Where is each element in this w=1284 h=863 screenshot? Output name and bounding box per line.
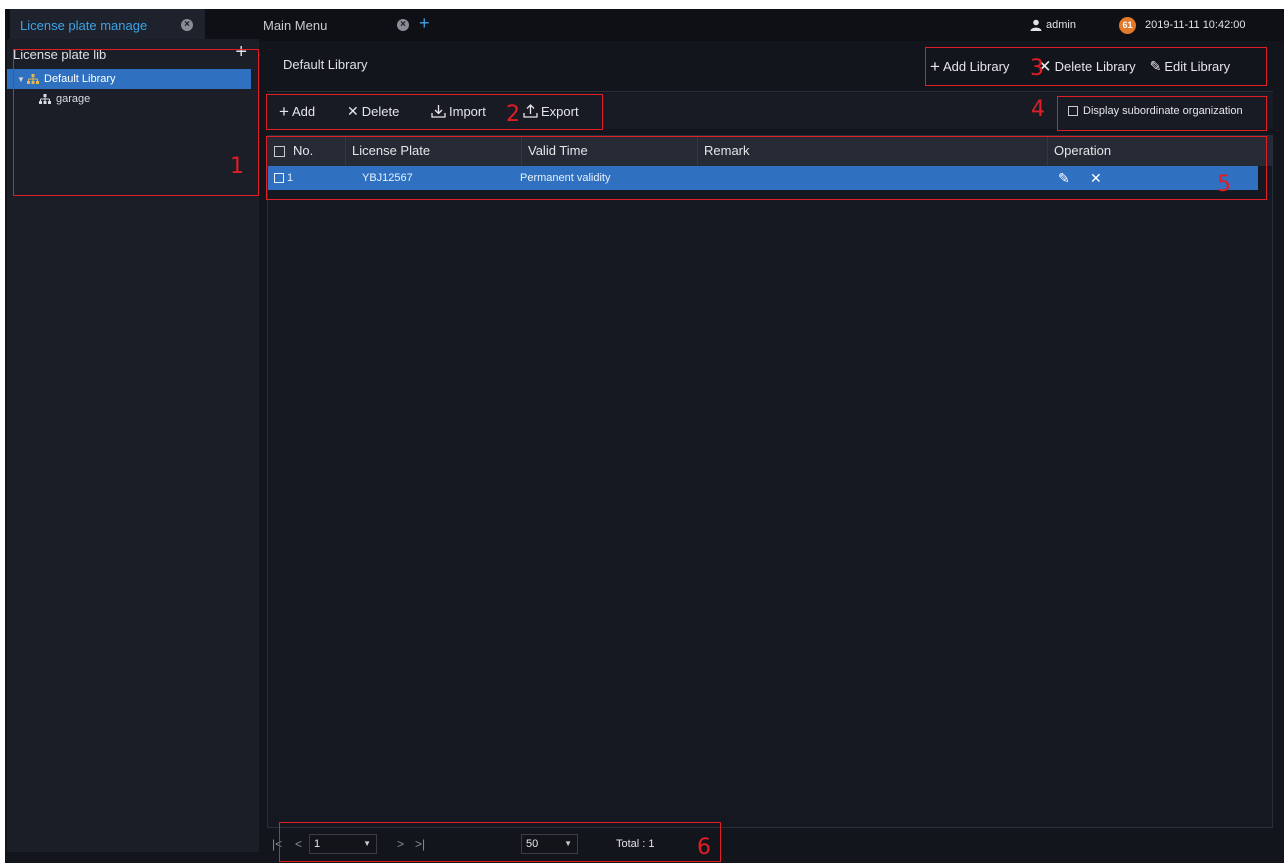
tab-license-plate-manage[interactable]: License plate manage × [10,9,205,41]
top-bar: License plate manage × Main Menu × + adm… [5,9,1284,41]
callout-box-5 [266,136,1267,200]
tab-label: Main Menu [263,17,328,33]
page-title: Default Library [283,57,368,72]
callout-box-1 [13,49,259,196]
callout-box-4 [1057,96,1267,131]
notification-badge[interactable]: 61 [1119,17,1136,34]
callout-number-2: 2 [506,102,520,127]
callout-number-5: 5 [1217,172,1231,197]
user-menu[interactable]: admin [1030,9,1076,41]
callout-number-6: 6 [697,835,711,860]
add-tab-icon[interactable]: + [419,13,430,34]
callout-number-4: 4 [1031,97,1045,122]
callout-number-1: 1 [230,154,244,179]
plate-table: No. License Plate Valid Time Remark Oper… [267,135,1273,828]
callout-number-3: 3 [1030,56,1044,81]
callout-box-2 [266,94,603,130]
close-icon[interactable]: × [181,19,193,31]
callout-box-3 [925,47,1267,86]
close-icon[interactable]: × [397,19,409,31]
user-icon [1030,19,1042,31]
username: admin [1046,19,1076,31]
callout-box-6 [279,822,721,862]
divider [267,91,1273,92]
tab-main-menu[interactable]: Main Menu × [253,9,421,41]
datetime: 2019-11-11 10:42:00 [1145,19,1246,31]
tab-label: License plate manage [20,17,148,33]
